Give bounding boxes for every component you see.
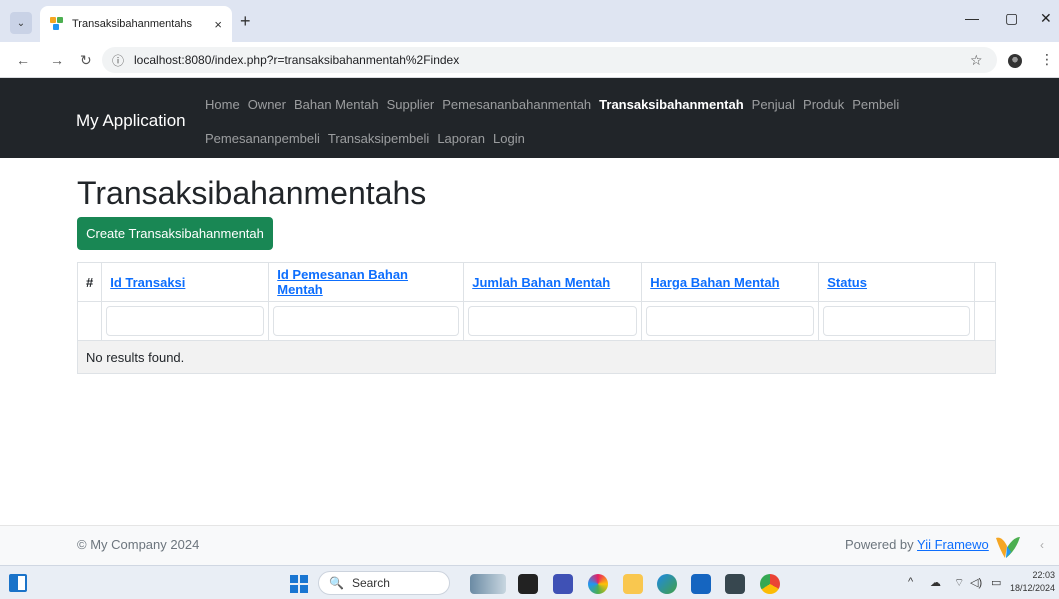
sort-harga-link[interactable]: Harga Bahan Mentah (650, 275, 779, 290)
yii-favicon-icon (50, 17, 64, 31)
restore-icon[interactable]: ▢ (1005, 10, 1018, 27)
page-footer: © My Company 2024 Powered by Yii Framewo… (0, 525, 1059, 565)
filter-cell (641, 301, 820, 341)
nav-item-pemesananbahanmentah[interactable]: Pemesananbahanmentah (442, 97, 591, 112)
filter-cell-actions (974, 301, 996, 341)
nav-item-home[interactable]: Home (205, 97, 240, 112)
col-header-id-transaksi: Id Transaksi (101, 262, 270, 302)
site-info-icon[interactable]: ⓘ (112, 52, 124, 69)
tab-title: Transaksibahanmentahs (72, 18, 193, 30)
close-window-icon[interactable]: ✕ (1040, 10, 1052, 27)
url-text: localhost:8080/index.php?r=transaksibaha… (134, 53, 460, 67)
filter-cell (818, 301, 976, 341)
app-navbar: My Application Home Owner Bahan Mentah S… (0, 78, 1059, 158)
sort-id-transaksi-link[interactable]: Id Transaksi (110, 275, 185, 290)
file-explorer-icon[interactable] (623, 574, 643, 594)
clock-time: 22:03 (1032, 570, 1056, 580)
col-header-serial: # (76, 262, 103, 302)
wifi-icon[interactable]: ⌔ (954, 576, 964, 590)
tiger-wallpaper-icon[interactable] (470, 574, 506, 594)
powered-by: Powered by Yii Framewo (845, 537, 989, 552)
new-tab-button[interactable]: + (240, 12, 251, 30)
nav-item-penjual[interactable]: Penjual (752, 97, 795, 112)
powered-by-prefix: Powered by (845, 537, 918, 552)
yii-framework-link[interactable]: Yii Framewo (917, 537, 989, 552)
empty-row: No results found. (77, 340, 996, 374)
terminal-icon[interactable] (725, 574, 745, 594)
nav-row-2: Pemesananpembeli Transaksipembeli Lapora… (205, 131, 533, 146)
filter-status-input[interactable] (823, 306, 971, 336)
tab-search-icon[interactable]: ⌄ (10, 12, 32, 34)
nav-item-pemesananpembeli[interactable]: Pemesananpembeli (205, 131, 320, 146)
sort-status-link[interactable]: Status (827, 275, 867, 290)
col-header-harga: Harga Bahan Mentah (641, 262, 820, 302)
search-icon: 🔍 (329, 576, 344, 590)
nav-row-1: Home Owner Bahan Mentah Supplier Pemesan… (205, 97, 907, 112)
clock-date: 18/12/2024 (1010, 583, 1056, 593)
filter-id-pemesanan-input[interactable] (273, 306, 460, 336)
filter-cell-serial (76, 301, 103, 341)
windows-taskbar: 🔍 Search ^ ☁ ⌔ ◁) ▭ 22:03 18/12/2024 (0, 565, 1059, 599)
nav-item-produk[interactable]: Produk (803, 97, 844, 112)
minimize-icon[interactable]: — (965, 10, 979, 26)
filter-cell (463, 301, 643, 341)
bookmark-star-icon[interactable]: ☆ (970, 52, 983, 69)
browser-menu-icon[interactable]: ⋮ (1040, 51, 1054, 68)
store-icon[interactable] (691, 574, 711, 594)
reload-icon[interactable]: ↻ (80, 52, 92, 69)
col-header-jumlah: Jumlah Bahan Mentah (463, 262, 643, 302)
edge-icon[interactable] (657, 574, 677, 594)
taskbar-search-box[interactable]: 🔍 Search (318, 571, 450, 595)
profile-avatar[interactable] (1008, 54, 1022, 68)
empty-message: No results found. (77, 340, 996, 374)
sort-id-pemesanan-link[interactable]: Id Pemesanan Bahan Mentah (277, 267, 408, 297)
widgets-icon[interactable] (9, 574, 27, 592)
filter-cell (101, 301, 270, 341)
forward-icon[interactable]: → (50, 52, 64, 68)
nav-item-login[interactable]: Login (493, 131, 525, 146)
browser-tab-bar: ⌄ Transaksibahanmentahs × + — ▢ ✕ (0, 0, 1059, 42)
col-header-status: Status (818, 262, 976, 302)
filter-jumlah-input[interactable] (468, 306, 638, 336)
transaksi-grid: # Id Transaksi Id Pemesanan Bahan Mentah… (76, 262, 996, 374)
nav-item-supplier[interactable]: Supplier (387, 97, 435, 112)
back-icon[interactable]: ← (16, 52, 30, 68)
copyright-text: © My Company 2024 (77, 537, 200, 552)
yii-logo-icon (996, 537, 1020, 558)
col-header-id-pemesanan: Id Pemesanan Bahan Mentah (268, 262, 465, 302)
browser-toolbar: ← → ↻ ⓘ localhost:8080/index.php?r=trans… (0, 42, 1059, 78)
create-transaksibahanmentah-button[interactable]: Create Transaksibahanmentah (77, 217, 273, 250)
address-bar[interactable]: ⓘ localhost:8080/index.php?r=transaksiba… (102, 47, 997, 73)
copilot-icon[interactable] (588, 574, 608, 594)
filter-row (76, 301, 996, 341)
nav-item-owner[interactable]: Owner (248, 97, 286, 112)
nav-item-transaksipembeli[interactable]: Transaksipembeli (328, 131, 429, 146)
volume-icon[interactable]: ◁) (970, 576, 982, 589)
page-title: Transaksibahanmentahs (77, 175, 427, 211)
tray-overflow-icon[interactable]: ^ (908, 576, 913, 588)
app-icon[interactable] (553, 574, 573, 594)
sort-jumlah-link[interactable]: Jumlah Bahan Mentah (472, 275, 610, 290)
nav-item-bahan-mentah[interactable]: Bahan Mentah (294, 97, 379, 112)
onedrive-icon[interactable]: ☁ (930, 576, 941, 589)
filter-harga-input[interactable] (646, 306, 815, 336)
taskbar-clock[interactable]: 22:03 18/12/2024 (1010, 569, 1055, 595)
start-windows-icon[interactable] (290, 575, 308, 593)
grid-header-row: # Id Transaksi Id Pemesanan Bahan Mentah… (76, 262, 996, 302)
nav-item-pembeli[interactable]: Pembeli (852, 97, 899, 112)
browser-tab[interactable]: Transaksibahanmentahs × (40, 6, 232, 42)
nav-item-laporan[interactable]: Laporan (437, 131, 485, 146)
filter-cell (268, 301, 465, 341)
battery-icon[interactable]: ▭ (991, 576, 1001, 589)
taskbar-search-label: Search (351, 576, 390, 590)
tab-close-icon[interactable]: × (214, 17, 222, 32)
brand-link[interactable]: My Application (76, 111, 186, 131)
filter-id-transaksi-input[interactable] (106, 306, 265, 336)
scroll-left-icon[interactable]: ‹ (1040, 538, 1044, 552)
nav-item-transaksibahanmentah[interactable]: Transaksibahanmentah (599, 97, 744, 112)
col-header-actions (974, 262, 996, 302)
task-view-icon[interactable] (518, 574, 538, 594)
chrome-icon[interactable] (760, 574, 780, 594)
